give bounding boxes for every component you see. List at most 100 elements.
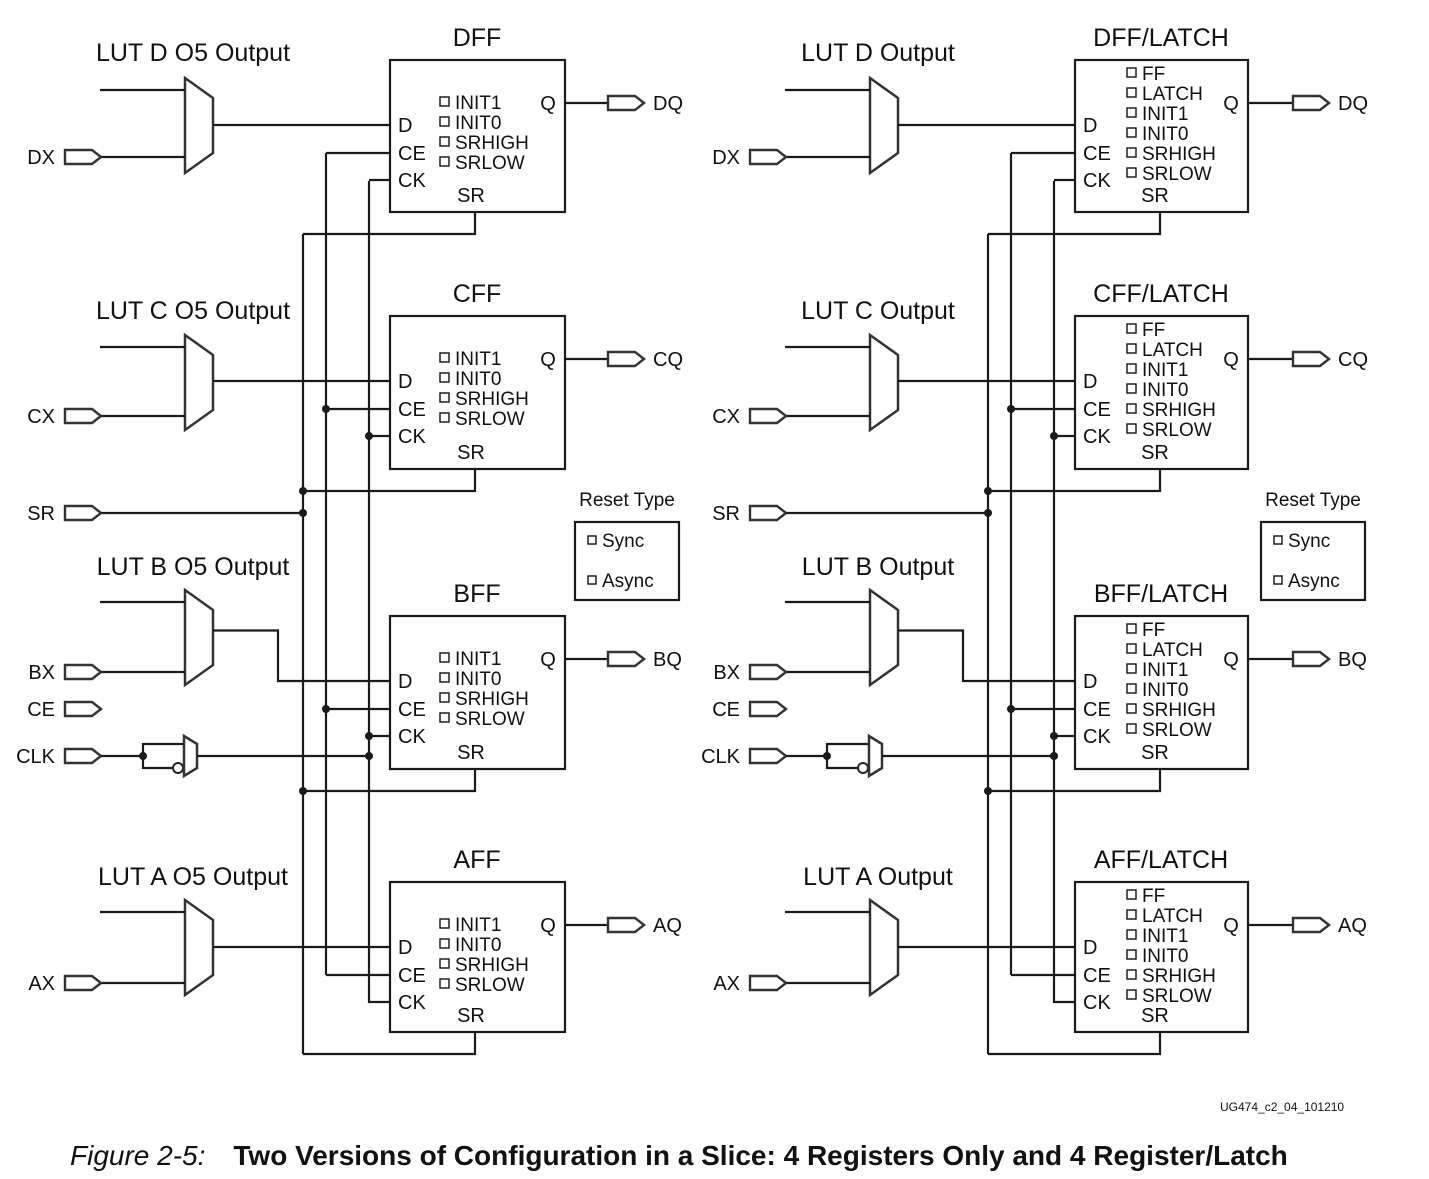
sr-return-wire — [303, 1032, 477, 1056]
input-port-ce — [748, 700, 788, 718]
output-port-label: AQ — [653, 915, 682, 937]
option-label: INIT0 — [1142, 380, 1188, 401]
lut-mux — [868, 897, 900, 998]
option-checkbox — [1126, 723, 1137, 734]
sr-return-wire — [988, 1032, 1162, 1056]
option-checkbox — [1126, 623, 1137, 634]
clock-polarity-mux — [867, 733, 884, 779]
option-checkbox — [439, 978, 450, 989]
document-id: UG474_c2_04_101210 — [1220, 1100, 1345, 1114]
mux-to-d-wire — [898, 629, 1075, 683]
option-checkbox — [439, 392, 450, 403]
mux-to-d-wire — [213, 629, 390, 683]
option-label: SRHIGH — [1142, 144, 1216, 165]
input-port-clk — [63, 747, 103, 765]
option-label: INIT0 — [455, 669, 501, 690]
option-checkbox — [439, 96, 450, 107]
option-checkbox — [439, 692, 450, 703]
pin-sr-label: SR — [1141, 1005, 1169, 1027]
pin-ce-label: CE — [1083, 699, 1111, 721]
option-checkbox — [439, 136, 450, 147]
option-label: SRHIGH — [455, 133, 529, 154]
option-checkbox — [439, 156, 450, 167]
option-label: SRLOW — [455, 409, 525, 430]
input-port-ce — [63, 700, 103, 718]
register-title: DFF/LATCH — [1093, 24, 1229, 52]
option-label: SRLOW — [1142, 720, 1212, 741]
output-port-label: CQ — [1338, 349, 1368, 371]
pin-sr-label: SR — [457, 1005, 485, 1027]
option-checkbox — [1126, 969, 1137, 980]
pin-ce-label: CE — [398, 965, 426, 987]
option-checkbox — [439, 372, 450, 383]
pin-d-label: D — [1083, 115, 1097, 137]
sr-return-wire — [303, 212, 477, 236]
figure-title: Two Versions of Configuration in a Slice… — [233, 1140, 1288, 1171]
pin-ck-label: CK — [1083, 726, 1111, 748]
pin-d-label: D — [1083, 937, 1097, 959]
input-port-ax — [748, 974, 788, 992]
option-label: FF — [1142, 320, 1165, 341]
lut-mux — [183, 332, 215, 433]
pin-ce-label: CE — [1083, 399, 1111, 421]
register-title: AFF — [453, 846, 500, 874]
junction-dot — [1050, 752, 1058, 760]
sr-return-wire — [988, 212, 1162, 236]
output-port-label: DQ — [653, 93, 683, 115]
option-label: SRHIGH — [455, 389, 529, 410]
option-label: LATCH — [1142, 340, 1203, 361]
input-port-label: DX — [712, 147, 740, 169]
pin-sr-label: SR — [1141, 742, 1169, 764]
option-checkbox — [439, 352, 450, 363]
input-port-bx — [63, 663, 103, 681]
option-checkbox — [1126, 67, 1137, 78]
option-checkbox — [1126, 989, 1137, 1000]
pin-sr-label: SR — [457, 442, 485, 464]
input-port-cx — [63, 407, 103, 425]
input-port-label: CE — [27, 699, 55, 721]
pin-q-label: Q — [1223, 349, 1239, 371]
input-port-label: CX — [712, 406, 740, 428]
register-title: DFF — [453, 24, 502, 52]
option-label: FF — [1142, 886, 1165, 907]
sr-return-wire — [303, 469, 477, 493]
reset-type-checkbox — [1273, 575, 1283, 585]
pin-q-label: Q — [540, 349, 556, 371]
output-port — [1291, 94, 1331, 112]
option-label: INIT1 — [1142, 104, 1188, 125]
clk-true-wire — [141, 742, 184, 756]
output-port-label: BQ — [1338, 649, 1367, 671]
pin-sr-label: SR — [1141, 185, 1169, 207]
figure-caption: Figure 2-5: Two Versions of Configuration… — [70, 1140, 1288, 1172]
option-checkbox — [439, 672, 450, 683]
option-checkbox — [1126, 323, 1137, 334]
input-port-label: SR — [27, 503, 55, 525]
input-port-label: BX — [28, 662, 55, 684]
option-label: INIT0 — [455, 935, 501, 956]
option-checkbox — [439, 918, 450, 929]
pin-sr-label: SR — [1141, 442, 1169, 464]
input-port-label: AX — [713, 973, 740, 995]
pin-ce-label: CE — [398, 699, 426, 721]
reset-type-option: Sync — [602, 531, 644, 552]
option-label: SRLOW — [1142, 420, 1212, 441]
output-port — [606, 350, 646, 368]
option-checkbox — [1126, 889, 1137, 900]
lut-mux — [183, 587, 215, 688]
option-checkbox — [1126, 703, 1137, 714]
register-title: BFF — [453, 580, 500, 608]
reset-type-option: Sync — [1288, 531, 1330, 552]
sr-return-wire — [988, 769, 1162, 793]
option-label: SRLOW — [1142, 986, 1212, 1007]
pin-d-label: D — [398, 115, 412, 137]
option-checkbox — [439, 712, 450, 723]
option-label: LATCH — [1142, 906, 1203, 927]
pin-ck-label: CK — [398, 726, 426, 748]
pin-ce-label: CE — [398, 399, 426, 421]
pin-ck-label: CK — [1083, 170, 1111, 192]
input-port-label: BX — [713, 662, 740, 684]
lut-output-label: LUT D Output — [801, 39, 955, 67]
option-label: INIT0 — [1142, 680, 1188, 701]
option-label: SRHIGH — [1142, 700, 1216, 721]
option-checkbox — [1126, 909, 1137, 920]
